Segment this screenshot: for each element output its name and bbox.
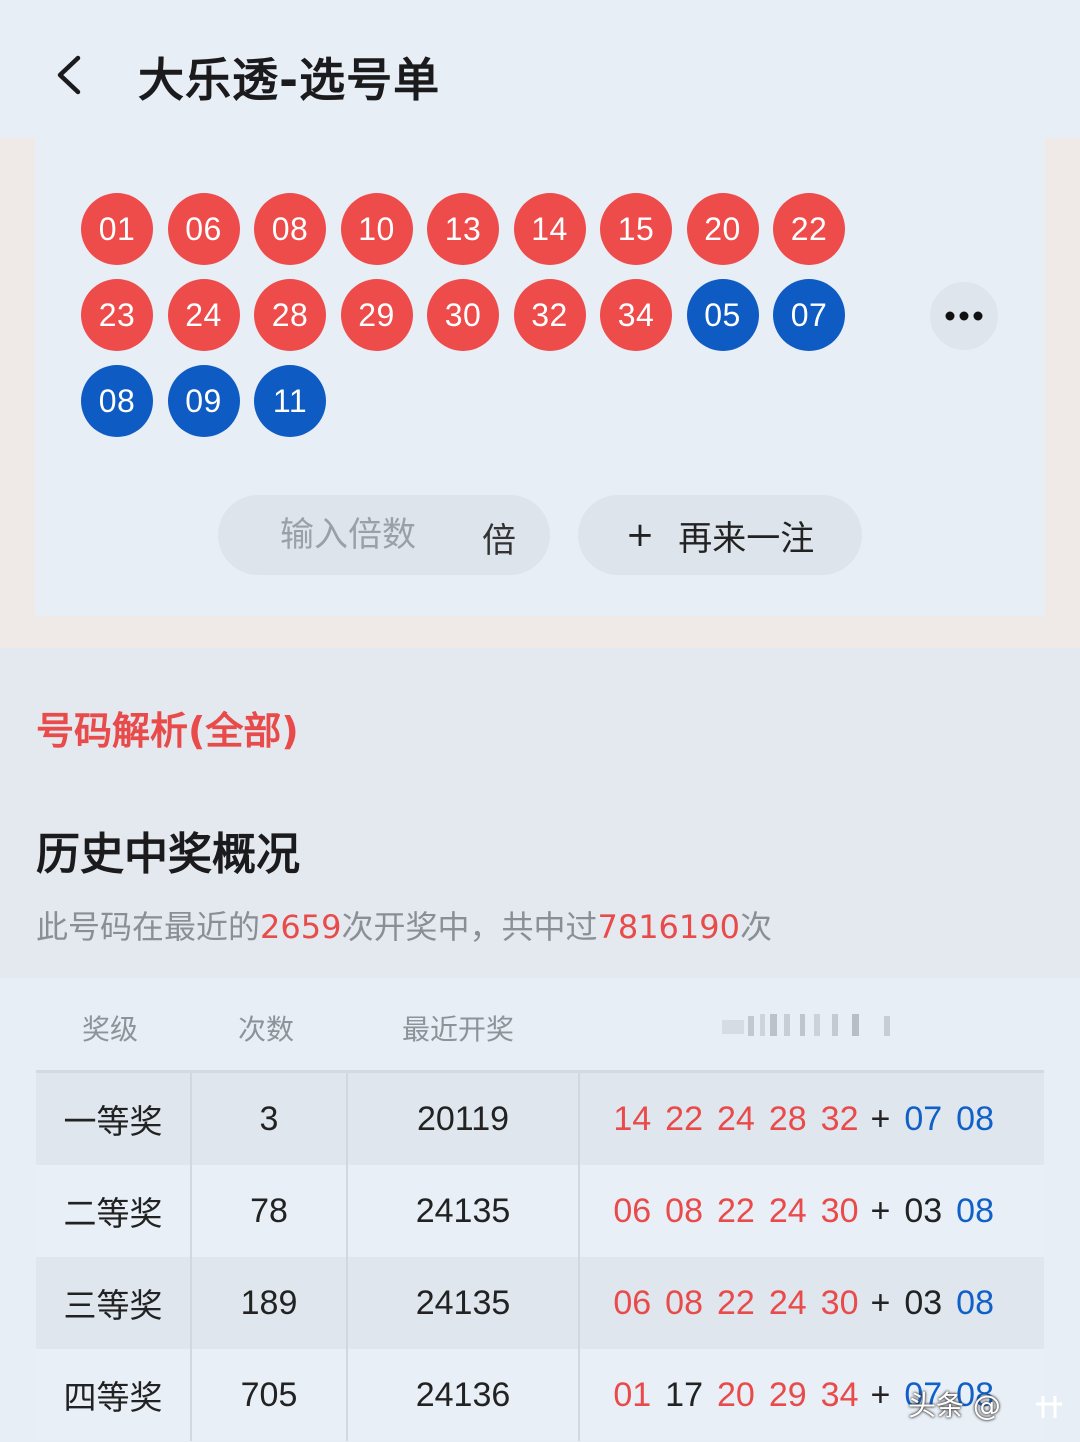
front-number: 32 [820, 1099, 859, 1138]
summary-prefix: 此号码在最近的 [36, 908, 261, 946]
watermark: 头条 @ [908, 1384, 1064, 1424]
win-times: 189 [192, 1257, 348, 1349]
latest-draw: 24135 [348, 1165, 580, 1257]
front-number: 01 [613, 1375, 652, 1414]
front-number: 08 [665, 1283, 703, 1322]
win-times: 705 [192, 1349, 348, 1441]
latest-draw: 24136 [348, 1349, 580, 1441]
page-title: 大乐透-选号单 [138, 53, 441, 107]
add-another-bet-label: 再来一注 [678, 518, 815, 559]
front-number: 06 [613, 1283, 652, 1322]
front-number: 08 [665, 1191, 703, 1230]
prize-table: 一等奖 3 20119 14 22 24 28 32 +07 08 二等奖 78 24135 06 08 22… [36, 1070, 1044, 1442]
front-ball: 30 [427, 279, 499, 351]
latest-draw: 24135 [348, 1257, 580, 1349]
header-count: 次数 [238, 1013, 295, 1046]
front-number: 24 [717, 1099, 755, 1138]
win-times: 78 [192, 1165, 348, 1257]
front-number: 30 [820, 1283, 859, 1322]
winning-numbers: 06 08 22 24 30 +03 08 [580, 1257, 1044, 1349]
more-dots-icon [945, 311, 983, 321]
front-number: 34 [820, 1375, 859, 1414]
front-ball: 22 [773, 193, 845, 265]
back-ball: 09 [167, 365, 240, 437]
back-number: 08 [956, 1099, 994, 1138]
front-ball: 15 [600, 193, 672, 265]
plus-icon: + [625, 515, 655, 555]
multiplier-unit-label: 倍 [482, 521, 516, 561]
summary-suffix: 次 [739, 908, 772, 946]
blurred-header-icon [722, 1014, 890, 1036]
table-row: 一等奖 3 20119 14 22 24 28 32 +07 08 [36, 1073, 1044, 1165]
front-number: 14 [613, 1099, 652, 1138]
back-ball: 08 [81, 365, 153, 437]
header-latest: 最近开奖 [402, 1013, 515, 1046]
back-ball: 05 [686, 279, 759, 351]
prize-level: 二等奖 [36, 1165, 192, 1257]
back-number: 07 [904, 1099, 943, 1138]
multiplier-field[interactable]: 倍 [218, 495, 550, 575]
front-number: 29 [768, 1375, 807, 1414]
win-times: 3 [192, 1073, 348, 1165]
win-count: 7816190 [597, 908, 740, 946]
plus-separator: + [870, 1283, 891, 1322]
draw-count: 2659 [260, 908, 342, 946]
plus-separator: + [870, 1375, 891, 1414]
back-number: 03 [904, 1283, 943, 1322]
number-analysis-link[interactable]: 号码解析(全部) [36, 700, 299, 755]
add-another-bet-button[interactable]: + 再来一注 [578, 495, 862, 575]
front-ball: 32 [513, 279, 586, 351]
front-number: 24 [768, 1191, 807, 1230]
front-ball: 28 [254, 279, 326, 351]
plus-separator: + [870, 1099, 891, 1138]
prize-level: 三等奖 [36, 1257, 192, 1349]
plus-separator: + [870, 1191, 891, 1230]
table-row: 四等奖 705 24136 01 17 20 29 34 +07 08 [36, 1349, 1044, 1441]
front-ball: 29 [340, 279, 413, 351]
summary-middle: 次开奖中，共中过 [341, 908, 598, 946]
front-number: 22 [665, 1099, 703, 1138]
header-level: 奖级 [82, 1013, 139, 1046]
front-ball: 06 [167, 193, 240, 265]
back-number: 08 [956, 1191, 994, 1230]
front-number: 22 [717, 1191, 755, 1230]
front-ball: 01 [81, 193, 153, 265]
back-arrow-icon[interactable] [48, 50, 96, 100]
front-number: 30 [820, 1191, 859, 1230]
back-number: 03 [904, 1191, 943, 1230]
front-ball: 08 [254, 193, 326, 265]
front-ball: 23 [81, 279, 153, 351]
prize-level: 四等奖 [36, 1349, 192, 1441]
front-ball: 20 [686, 193, 759, 265]
history-title: 历史中奖概况 [36, 829, 300, 880]
more-button[interactable] [930, 282, 998, 350]
front-number: 22 [717, 1283, 755, 1322]
multiplier-input[interactable] [280, 515, 450, 555]
front-ball: 34 [600, 279, 672, 351]
back-number: 08 [956, 1283, 994, 1322]
front-ball: 10 [340, 193, 413, 265]
front-number: 06 [613, 1191, 652, 1230]
front-number: 17 [665, 1375, 703, 1414]
app-header: 大乐透-选号单 [0, 0, 1080, 138]
ticket-scallop-edge [35, 598, 1045, 612]
front-number: 20 [717, 1375, 755, 1414]
watermark-text: 头条 @ [908, 1389, 1001, 1422]
latest-draw: 20119 [348, 1073, 580, 1165]
table-row: 二等奖 78 24135 06 08 22 24 30 +03 08 [36, 1165, 1044, 1257]
front-number: 28 [768, 1099, 807, 1138]
winning-numbers: 06 08 22 24 30 +03 08 [580, 1165, 1044, 1257]
back-ball: 11 [254, 365, 326, 437]
front-ball: 14 [513, 193, 586, 265]
front-number: 24 [768, 1283, 807, 1322]
front-ball: 13 [427, 193, 499, 265]
table-row: 三等奖 189 24135 06 08 22 24 30 +03 08 [36, 1257, 1044, 1349]
prize-level: 一等奖 [36, 1073, 192, 1165]
history-summary: 此号码在最近的2659次开奖中，共中过7816190次 [36, 902, 772, 948]
back-ball: 07 [773, 279, 845, 351]
watermark-logo-icon [1035, 1396, 1062, 1418]
front-ball: 24 [167, 279, 240, 351]
winning-numbers: 14 22 24 28 32 +07 08 [580, 1073, 1044, 1165]
